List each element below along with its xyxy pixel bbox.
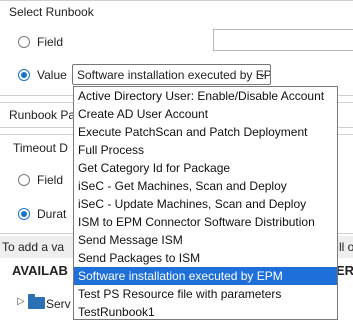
folder-icon: [28, 294, 45, 309]
tree-expand-icon[interactable]: ▷: [17, 296, 25, 307]
field-radio[interactable]: [18, 36, 30, 48]
dropdown-option[interactable]: Send Message ISM: [74, 231, 337, 249]
dropdown-option[interactable]: Send Packages to ISM: [74, 249, 337, 267]
dropdown-option[interactable]: Test PS Resource file with parameters: [74, 285, 337, 303]
tree-item-label[interactable]: Serv: [46, 297, 71, 311]
dropdown-option[interactable]: Get Category Id for Package: [74, 159, 337, 177]
runbook-select-value: Software installation executed by EPM: [77, 68, 271, 82]
timeout-duration-radio[interactable]: [18, 208, 30, 220]
runbook-select[interactable]: Software installation executed by EPM ⌄: [72, 64, 271, 85]
dropdown-option[interactable]: Active Directory User: Enable/Disable Ac…: [74, 87, 337, 105]
dropdown-option[interactable]: iSeC - Get Machines, Scan and Deploy: [74, 177, 337, 195]
value-radio[interactable]: [18, 69, 30, 81]
field-input[interactable]: [213, 29, 353, 51]
timeout-field-label: Field: [37, 173, 64, 187]
info-text-right: ll o: [339, 240, 353, 254]
timeout-title: Timeout D: [13, 141, 68, 155]
chevron-down-icon: ⌄: [257, 68, 267, 80]
info-text: To add a va: [2, 240, 65, 254]
timeout-duration-label: Durat: [37, 207, 67, 221]
runbook-params-title: Runbook Pa: [9, 108, 76, 122]
runbook-dropdown-list[interactable]: Active Directory User: Enable/Disable Ac…: [73, 86, 338, 320]
available-heading-right: ER: [336, 263, 353, 278]
select-runbook-title: Select Runbook: [9, 5, 94, 19]
dropdown-option[interactable]: ISM to EPM Connector Software Distributi…: [74, 213, 337, 231]
timeout-field-radio[interactable]: [18, 174, 30, 186]
value-radio-label: Value: [37, 68, 67, 82]
dropdown-option[interactable]: iSeC - Update Machines, Scan and Deploy: [74, 195, 337, 213]
dropdown-option[interactable]: Full Process: [74, 141, 337, 159]
field-radio-label: Field: [37, 35, 64, 49]
dropdown-option[interactable]: Create AD User Account: [74, 105, 337, 123]
available-heading: AVAILAB: [12, 263, 68, 278]
dropdown-option[interactable]: TestRunbook1: [74, 303, 337, 319]
dropdown-option-selected[interactable]: Software installation executed by EPM: [74, 267, 337, 285]
dropdown-option[interactable]: Execute PatchScan and Patch Deployment: [74, 123, 337, 141]
